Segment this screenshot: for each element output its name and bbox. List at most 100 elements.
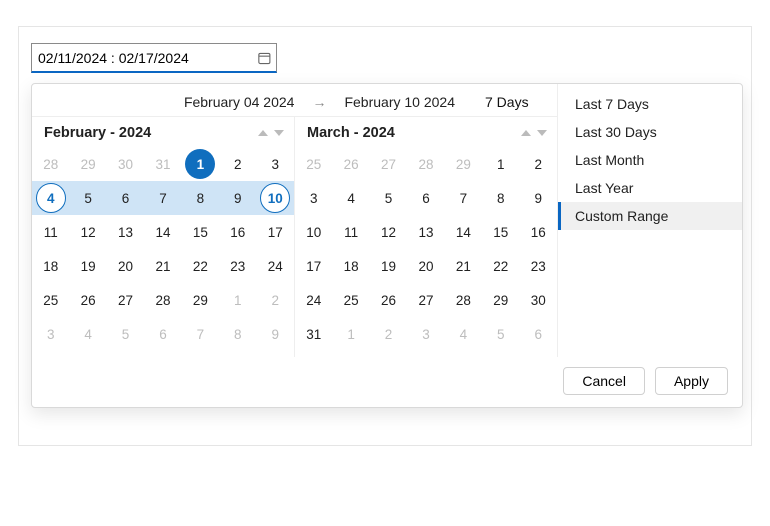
day-cell[interactable]: 9 bbox=[219, 181, 256, 215]
day-cell[interactable]: 8 bbox=[482, 181, 519, 215]
day-cell[interactable]: 4 bbox=[332, 181, 369, 215]
chevron-down-icon[interactable] bbox=[537, 130, 547, 136]
day-cell[interactable]: 16 bbox=[520, 215, 557, 249]
day-cell[interactable]: 25 bbox=[332, 283, 369, 317]
apply-button[interactable]: Apply bbox=[655, 367, 728, 395]
cancel-button[interactable]: Cancel bbox=[563, 367, 645, 395]
day-cell[interactable]: 15 bbox=[482, 215, 519, 249]
day-cell[interactable]: 3 bbox=[257, 147, 294, 181]
day-cell[interactable]: 14 bbox=[445, 215, 482, 249]
day-cell[interactable]: 29 bbox=[182, 283, 219, 317]
day-cell[interactable]: 12 bbox=[69, 215, 106, 249]
day-cell[interactable]: 11 bbox=[32, 215, 69, 249]
day-cell[interactable]: 19 bbox=[69, 249, 106, 283]
day-cell[interactable]: 27 bbox=[370, 147, 407, 181]
day-cell[interactable]: 30 bbox=[520, 283, 557, 317]
preset-item[interactable]: Custom Range bbox=[558, 202, 742, 230]
day-cell[interactable]: 7 bbox=[182, 317, 219, 351]
day-cell[interactable]: 14 bbox=[144, 215, 181, 249]
day-cell[interactable]: 31 bbox=[295, 317, 332, 351]
day-cell[interactable]: 10 bbox=[295, 215, 332, 249]
day-cell[interactable]: 24 bbox=[257, 249, 294, 283]
day-cell[interactable]: 3 bbox=[295, 181, 332, 215]
day-cell[interactable]: 28 bbox=[407, 147, 444, 181]
day-cell[interactable]: 2 bbox=[219, 147, 256, 181]
day-cell[interactable]: 4 bbox=[69, 317, 106, 351]
day-cell[interactable]: 25 bbox=[295, 147, 332, 181]
day-cell[interactable]: 18 bbox=[332, 249, 369, 283]
day-cell[interactable]: 20 bbox=[407, 249, 444, 283]
day-cell[interactable]: 8 bbox=[219, 317, 256, 351]
day-cell[interactable]: 12 bbox=[370, 215, 407, 249]
day-cell[interactable]: 26 bbox=[370, 283, 407, 317]
preset-item[interactable]: Last 30 Days bbox=[558, 118, 742, 146]
day-cell[interactable]: 10 bbox=[257, 181, 294, 215]
month-title: February - 2024 bbox=[44, 125, 151, 141]
day-cell[interactable]: 28 bbox=[144, 283, 181, 317]
day-cell[interactable]: 19 bbox=[370, 249, 407, 283]
day-cell[interactable]: 31 bbox=[144, 147, 181, 181]
day-cell[interactable]: 23 bbox=[219, 249, 256, 283]
day-cell[interactable]: 6 bbox=[407, 181, 444, 215]
day-cell[interactable]: 23 bbox=[520, 249, 557, 283]
day-cell[interactable]: 13 bbox=[407, 215, 444, 249]
day-cell[interactable]: 28 bbox=[32, 147, 69, 181]
day-cell[interactable]: 5 bbox=[482, 317, 519, 351]
day-cell[interactable]: 4 bbox=[445, 317, 482, 351]
day-cell[interactable]: 29 bbox=[482, 283, 519, 317]
day-cell[interactable]: 27 bbox=[407, 283, 444, 317]
day-cell[interactable]: 7 bbox=[445, 181, 482, 215]
day-cell[interactable]: 18 bbox=[32, 249, 69, 283]
chevron-up-icon[interactable] bbox=[258, 130, 268, 136]
day-cell[interactable]: 26 bbox=[332, 147, 369, 181]
chevron-up-icon[interactable] bbox=[521, 130, 531, 136]
day-cell[interactable]: 1 bbox=[332, 317, 369, 351]
day-cell[interactable]: 17 bbox=[295, 249, 332, 283]
day-cell[interactable]: 1 bbox=[219, 283, 256, 317]
day-cell[interactable]: 5 bbox=[69, 181, 106, 215]
day-cell[interactable]: 28 bbox=[445, 283, 482, 317]
preset-list: Last 7 DaysLast 30 DaysLast MonthLast Ye… bbox=[557, 84, 742, 357]
day-cell[interactable]: 29 bbox=[69, 147, 106, 181]
day-cell[interactable]: 21 bbox=[144, 249, 181, 283]
day-cell[interactable]: 7 bbox=[144, 181, 181, 215]
day-cell[interactable]: 15 bbox=[182, 215, 219, 249]
calendar-icon[interactable] bbox=[257, 50, 272, 66]
day-cell[interactable]: 2 bbox=[370, 317, 407, 351]
preset-item[interactable]: Last Year bbox=[558, 174, 742, 202]
day-cell[interactable]: 1 bbox=[182, 147, 219, 181]
day-cell[interactable]: 11 bbox=[332, 215, 369, 249]
day-cell[interactable]: 3 bbox=[407, 317, 444, 351]
day-cell[interactable]: 13 bbox=[107, 215, 144, 249]
day-cell[interactable]: 25 bbox=[32, 283, 69, 317]
day-cell[interactable]: 5 bbox=[370, 181, 407, 215]
day-cell[interactable]: 6 bbox=[144, 317, 181, 351]
day-cell[interactable]: 4 bbox=[32, 181, 69, 215]
day-cell[interactable]: 29 bbox=[445, 147, 482, 181]
day-cell[interactable]: 2 bbox=[257, 283, 294, 317]
day-cell[interactable]: 2 bbox=[520, 147, 557, 181]
day-cell[interactable]: 26 bbox=[69, 283, 106, 317]
day-cell[interactable]: 20 bbox=[107, 249, 144, 283]
day-cell[interactable]: 30 bbox=[107, 147, 144, 181]
date-range-field[interactable] bbox=[31, 43, 277, 73]
preset-item[interactable]: Last Month bbox=[558, 146, 742, 174]
day-cell[interactable]: 22 bbox=[182, 249, 219, 283]
day-cell[interactable]: 24 bbox=[295, 283, 332, 317]
day-cell[interactable]: 6 bbox=[520, 317, 557, 351]
day-cell[interactable]: 16 bbox=[219, 215, 256, 249]
day-cell[interactable]: 21 bbox=[445, 249, 482, 283]
day-cell[interactable]: 8 bbox=[182, 181, 219, 215]
day-cell[interactable]: 9 bbox=[520, 181, 557, 215]
day-cell[interactable]: 9 bbox=[257, 317, 294, 351]
preset-item[interactable]: Last 7 Days bbox=[558, 90, 742, 118]
day-cell[interactable]: 6 bbox=[107, 181, 144, 215]
date-range-input[interactable] bbox=[38, 50, 253, 66]
day-cell[interactable]: 3 bbox=[32, 317, 69, 351]
day-cell[interactable]: 17 bbox=[257, 215, 294, 249]
day-cell[interactable]: 27 bbox=[107, 283, 144, 317]
day-cell[interactable]: 1 bbox=[482, 147, 519, 181]
day-cell[interactable]: 22 bbox=[482, 249, 519, 283]
chevron-down-icon[interactable] bbox=[274, 130, 284, 136]
day-cell[interactable]: 5 bbox=[107, 317, 144, 351]
